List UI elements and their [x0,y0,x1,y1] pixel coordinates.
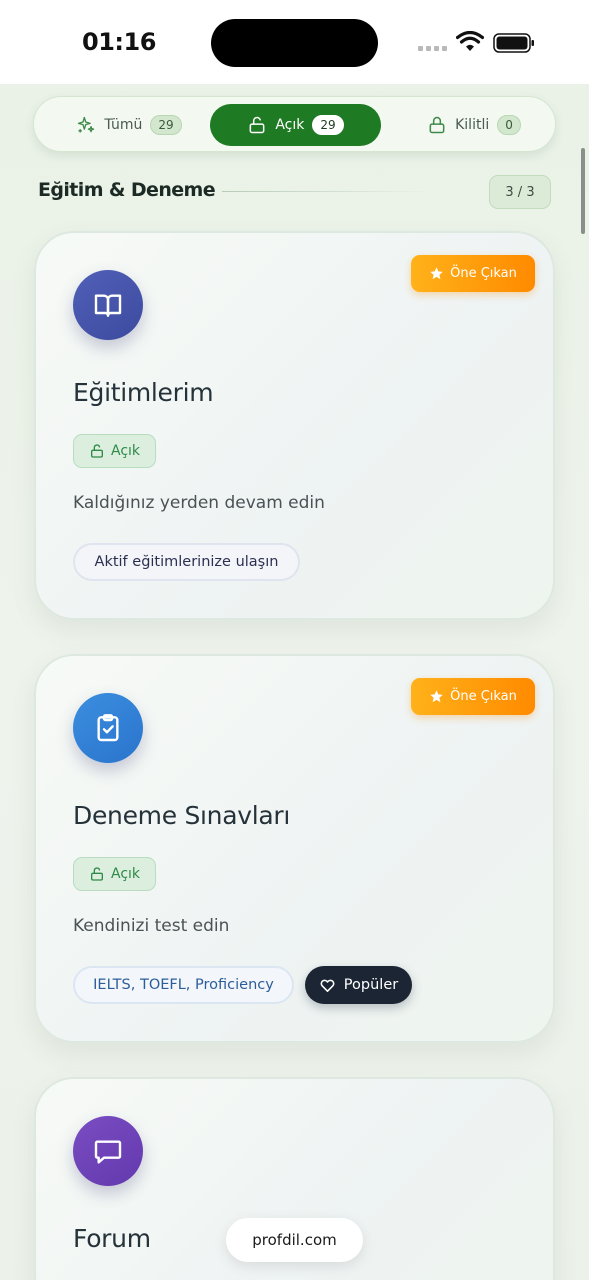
card-icon-container [73,270,143,340]
featured-badge: Öne Çıkan [411,255,535,292]
tag-chip: Aktif eğitimlerinize ulaşın [73,543,300,581]
status-time: 01:16 [82,28,156,56]
tag-chip: IELTS, TOEFL, Proficiency [73,966,294,1004]
tab-open-count: 29 [312,115,344,135]
card-title: Eğitimlerim [73,378,214,407]
featured-badge: Öne Çıkan [411,678,535,715]
status-label: Açık [110,443,141,459]
card-deneme-sinavlari[interactable]: Öne Çıkan Deneme Sınavları Açık Kendiniz… [34,654,555,1043]
featured-label: Öne Çıkan [450,689,517,704]
sparkles-icon [78,116,95,133]
domain-pill[interactable]: profdil.com [226,1218,363,1262]
card-title: Deneme Sınavları [73,801,291,830]
unlock-icon [249,116,265,134]
tab-locked-count: 0 [497,115,521,135]
card-description: Kaldığınız yerden devam edin [73,493,325,513]
dynamic-island [211,19,378,67]
star-icon [430,690,443,703]
filter-tabs: Tümü 29 Açık 29 Kilitli 0 [33,96,556,152]
card-title: Forum [73,1224,151,1253]
section-divider [222,191,432,192]
card-egitimlerim[interactable]: Öne Çıkan Eğitimlerim Açık Kaldığınız ye… [34,231,555,620]
clipboard-check-icon [97,714,119,742]
wifi-icon [456,31,484,51]
star-icon [430,267,443,280]
popular-badge: Popüler [305,966,412,1004]
tab-open-label: Açık [275,117,305,133]
cellular-signal-icon [418,46,447,51]
message-square-icon [94,1140,122,1164]
card-icon-container [73,1116,143,1186]
battery-icon [493,33,534,53]
tab-open[interactable]: Açık 29 [210,104,381,146]
status-label: Açık [110,866,141,882]
scrollbar[interactable] [581,148,585,234]
popular-label: Popüler [343,977,399,993]
card-icon-container [73,693,143,763]
book-open-icon [94,294,122,317]
unlock-icon [90,867,103,881]
tab-all[interactable]: Tümü 29 [54,104,204,146]
tab-locked-label: Kilitli [455,117,490,133]
section-counter: 3 / 3 [489,175,551,209]
section-title: Eğitim & Deneme [38,179,216,201]
unlock-icon [90,444,103,458]
status-bar: 01:16 [0,0,589,84]
tab-locked[interactable]: Kilitli 0 [399,104,549,146]
tab-all-label: Tümü [104,117,143,133]
tab-all-count: 29 [150,115,182,135]
featured-label: Öne Çıkan [450,266,517,281]
card-description: Kendinizi test edin [73,916,230,936]
status-badge: Açık [73,434,156,468]
lock-icon [429,116,445,134]
heart-icon [320,979,335,992]
status-badge: Açık [73,857,156,891]
